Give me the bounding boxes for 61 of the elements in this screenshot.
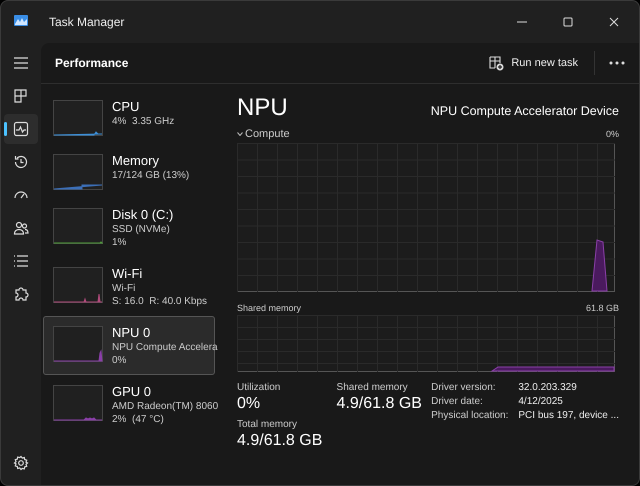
device-full-name: NPU Compute Accelerator Device xyxy=(430,104,619,118)
nav-item[interactable] xyxy=(4,114,38,144)
stat-value: 0% xyxy=(237,395,262,413)
grid-icon xyxy=(13,88,29,104)
info-value: 4/12/2025 xyxy=(518,396,564,407)
info-value: 32.0.203.329 xyxy=(518,382,578,393)
device-detail: 17/124 GB (13%) xyxy=(112,169,190,182)
device-name: GPU 0 xyxy=(112,383,152,400)
device-detail: 4% 3.35 GHz xyxy=(112,115,174,128)
device-name: Wi-Fi xyxy=(112,265,144,282)
device-item[interactable]: Wi-Fi Wi-Fi S: 16.0 R: 40.0 Kbps xyxy=(43,257,215,316)
menu-icon[interactable] xyxy=(14,57,28,69)
page-title: Performance xyxy=(55,56,128,70)
info-value: PCI bus 197, device ... xyxy=(518,410,619,421)
graph-max: 0% xyxy=(606,129,619,139)
graph-label: Shared memory xyxy=(237,303,302,313)
app-icon xyxy=(14,14,28,26)
stat-value: 4.9/61.8 GB xyxy=(336,395,423,413)
users-icon xyxy=(13,220,29,236)
device-detail: 1% xyxy=(112,236,128,249)
maximize-icon[interactable] xyxy=(563,17,573,27)
stat-label: Total memory xyxy=(237,419,298,430)
graph-label: Compute xyxy=(245,128,290,140)
settings-icon[interactable] xyxy=(13,455,29,471)
device-name: NPU 0 xyxy=(112,324,152,341)
pulse-icon xyxy=(13,121,29,137)
device-detail: 2% (47 °C) xyxy=(112,413,165,426)
usage-thumbnail-drawing xyxy=(53,326,103,362)
device-item[interactable]: NPU 0 NPU Compute Accelera 0% xyxy=(43,316,215,375)
device-name: Memory xyxy=(112,152,160,169)
device-name: Disk 0 (C:) xyxy=(112,206,174,223)
device-detail: 0% xyxy=(112,354,128,367)
device-item[interactable]: CPU 4% 3.35 GHz xyxy=(43,90,215,144)
device-type: NPU xyxy=(237,94,288,122)
close-icon[interactable] xyxy=(609,17,619,27)
usage-thumbnail-drawing xyxy=(53,154,103,190)
chevron-icon[interactable] xyxy=(237,132,243,136)
info-label: Driver date: xyxy=(431,396,484,407)
more-icon[interactable] xyxy=(609,61,625,65)
stat-label: Shared memory xyxy=(336,382,409,393)
device-detail: Wi-Fi xyxy=(112,282,136,295)
device-name: CPU xyxy=(112,98,140,115)
new-task-icon xyxy=(488,55,504,71)
device-item[interactable]: Disk 0 (C:) SSD (NVMe) 1% xyxy=(43,198,215,257)
stat-label: Utilization xyxy=(237,382,282,393)
history-icon xyxy=(13,154,29,170)
usage-thumbnail-drawing xyxy=(53,385,103,421)
usage-thumbnail-drawing xyxy=(53,267,103,303)
info-label: Driver version: xyxy=(431,382,497,393)
stat-value: 4.9/61.8 GB xyxy=(237,432,324,450)
device-item[interactable]: Memory 17/124 GB (13%) xyxy=(43,144,215,198)
usage-thumbnail-drawing xyxy=(53,208,103,244)
list-icon xyxy=(13,253,29,269)
info-label: Physical location: xyxy=(431,410,508,421)
run-new-task-button[interactable]: Run new task xyxy=(482,51,584,75)
device-detail: SSD (NVMe) xyxy=(112,223,171,236)
puzzle-icon xyxy=(13,286,29,302)
window-title: Task Manager xyxy=(49,15,124,29)
usage-thumbnail-drawing xyxy=(53,100,103,136)
device-detail: S: 16.0 R: 40.0 Kbps xyxy=(112,295,208,308)
graph-max: 61.8 GB xyxy=(586,303,619,313)
